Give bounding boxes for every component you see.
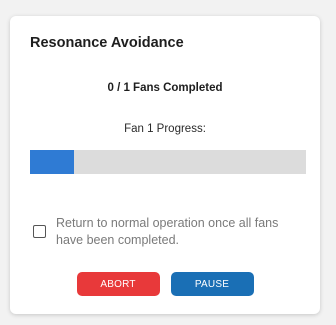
return-to-normal-label: Return to normal operation once all fans… (56, 216, 279, 247)
dialog-title: Resonance Avoidance (30, 35, 184, 51)
return-to-normal-option[interactable]: Return to normal operation once all fans… (33, 215, 308, 249)
dialog-actions: ABORT PAUSE (10, 272, 320, 296)
resonance-avoidance-dialog: Resonance Avoidance 0 / 1 Fans Completed… (10, 16, 320, 314)
return-to-normal-checkbox[interactable] (33, 225, 46, 238)
fan-progress-bar (30, 150, 306, 174)
fans-completed-status: 0 / 1 Fans Completed (107, 82, 223, 94)
fan-progress-fill (30, 150, 75, 174)
pause-button[interactable]: PAUSE (170, 272, 254, 296)
fan-progress-label: Fan 1 Progress: (124, 123, 206, 135)
abort-button[interactable]: ABORT (76, 272, 160, 296)
